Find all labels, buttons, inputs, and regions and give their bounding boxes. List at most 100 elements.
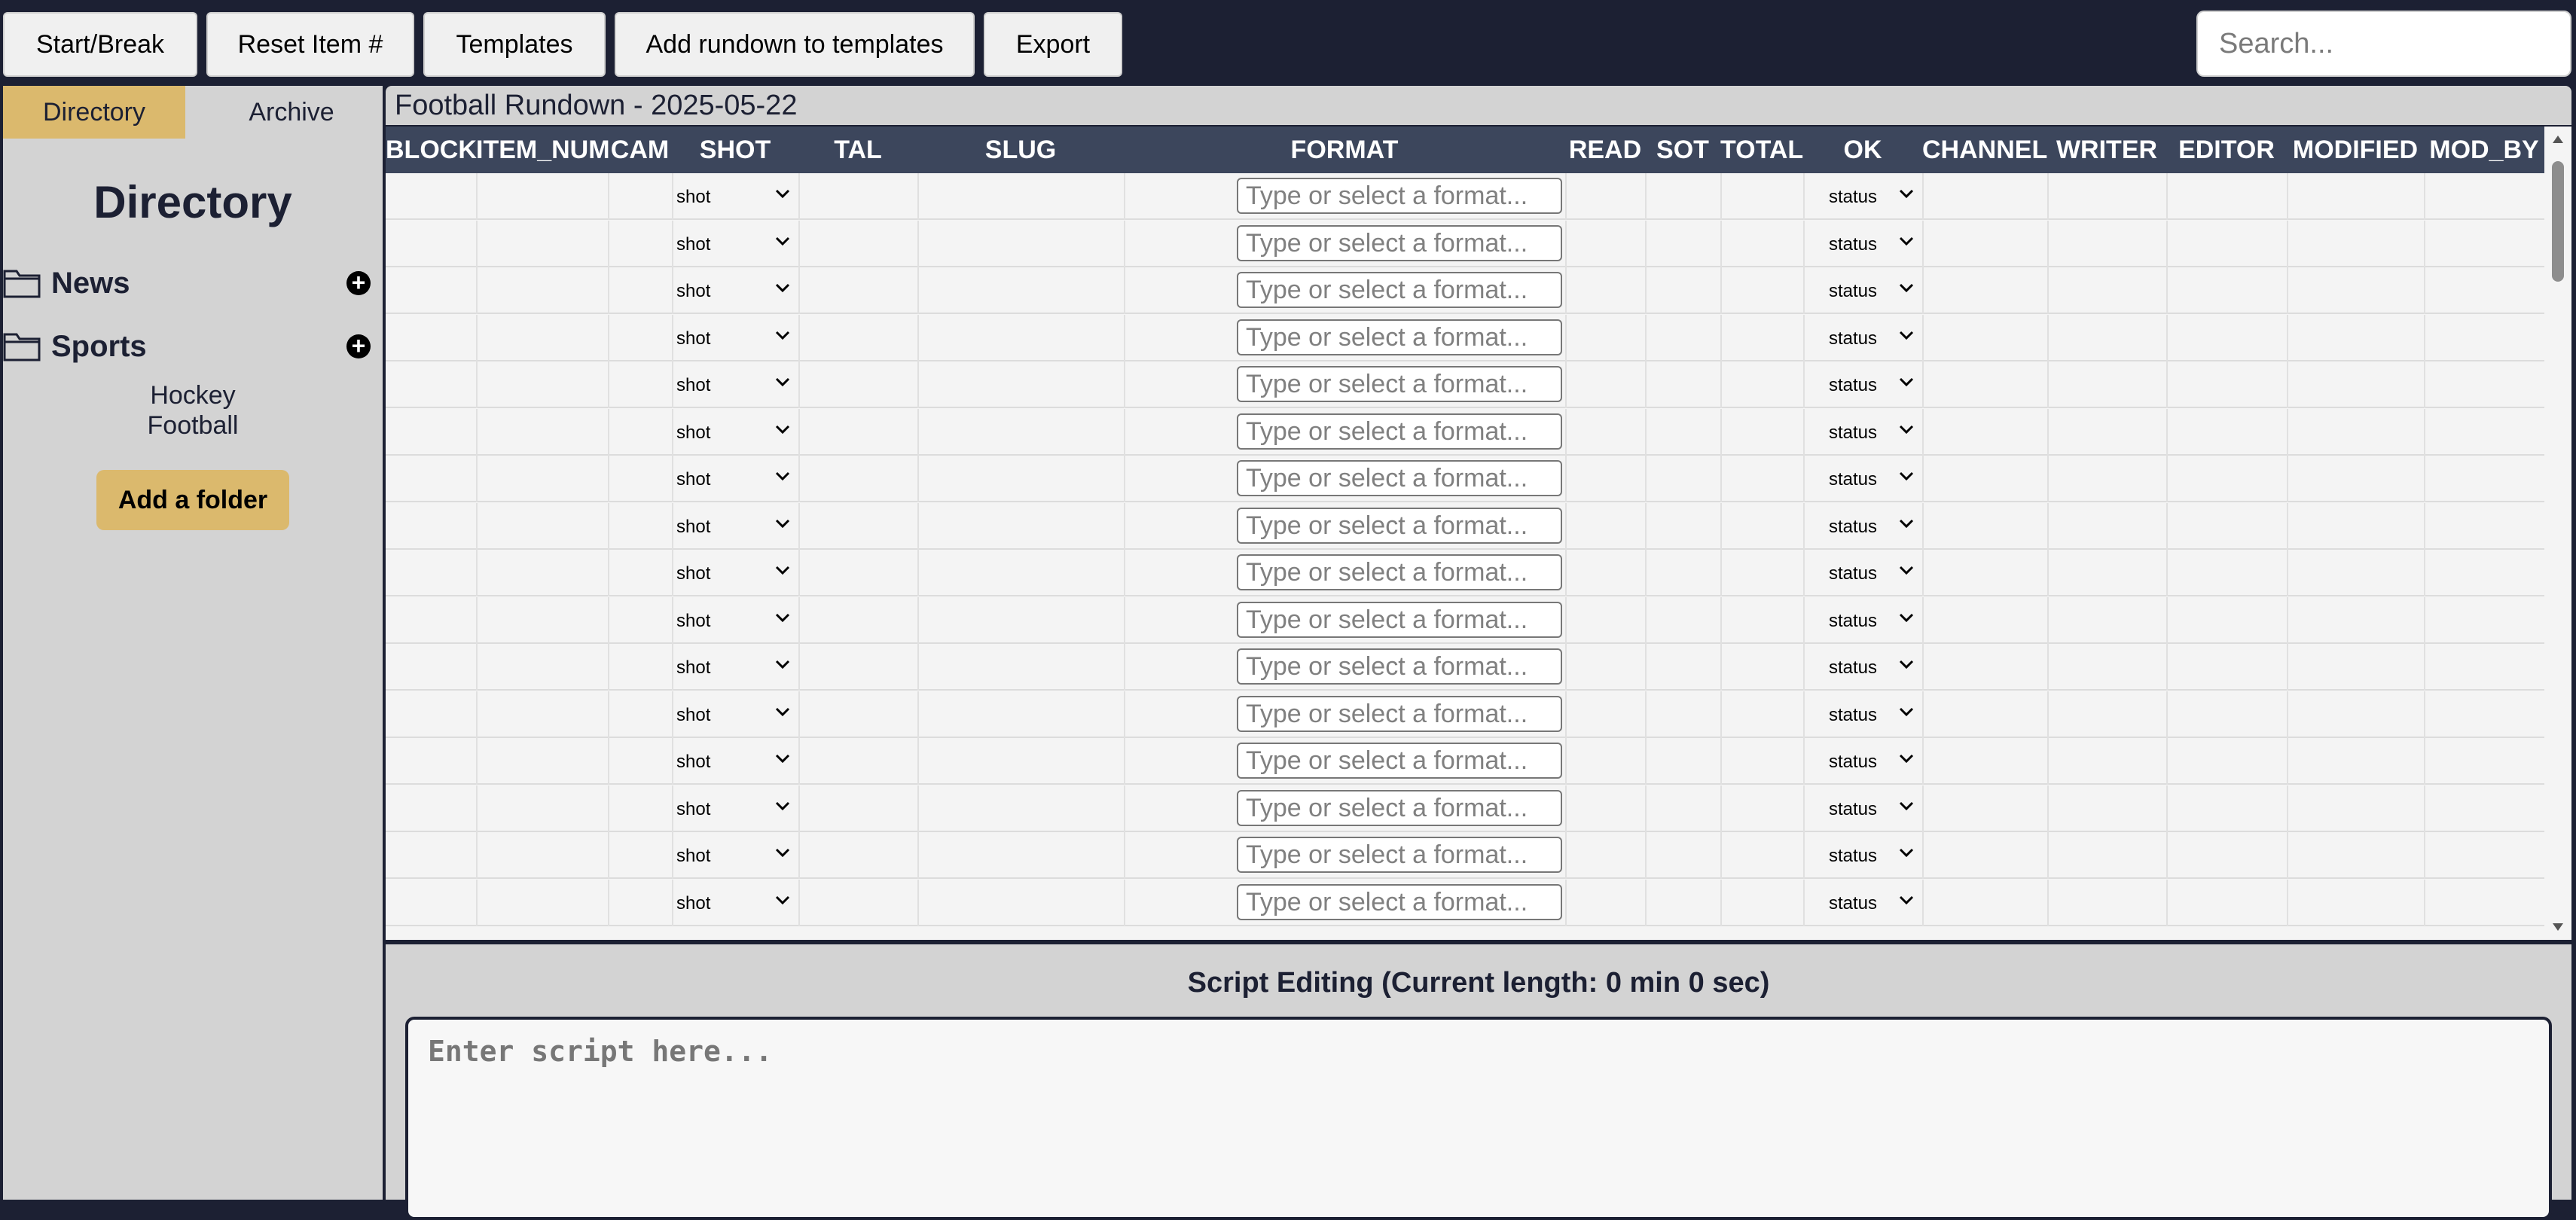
format-input[interactable]: Type or select a format...: [1237, 837, 1562, 873]
chevron-down-icon[interactable]: [774, 798, 791, 814]
shot-select[interactable]: shot: [676, 705, 710, 726]
table-row[interactable]: shot Type or select a format... status: [386, 550, 2544, 596]
table-row[interactable]: shot Type or select a format... status: [386, 879, 2544, 926]
status-select[interactable]: status: [1829, 657, 1877, 679]
status-select[interactable]: status: [1829, 799, 1877, 820]
status-select[interactable]: status: [1829, 846, 1877, 867]
shot-select[interactable]: shot: [676, 281, 710, 302]
format-input[interactable]: Type or select a format...: [1237, 554, 1562, 590]
format-input[interactable]: Type or select a format...: [1237, 601, 1562, 638]
status-select[interactable]: status: [1829, 469, 1877, 490]
chevron-down-icon[interactable]: [1898, 185, 1915, 202]
chevron-down-icon[interactable]: [1898, 421, 1915, 438]
table-row[interactable]: shot Type or select a format... status: [386, 314, 2544, 361]
status-select[interactable]: status: [1829, 705, 1877, 726]
chevron-down-icon[interactable]: [1898, 374, 1915, 390]
chevron-down-icon[interactable]: [1898, 844, 1915, 861]
chevron-down-icon[interactable]: [1898, 798, 1915, 814]
tab-directory[interactable]: Directory: [3, 86, 185, 139]
format-input[interactable]: Type or select a format...: [1237, 695, 1562, 732]
chevron-down-icon[interactable]: [774, 185, 791, 202]
scroll-thumb[interactable]: [2552, 161, 2564, 282]
shot-select[interactable]: shot: [676, 234, 710, 255]
chevron-down-icon[interactable]: [1898, 562, 1915, 578]
format-input[interactable]: Type or select a format...: [1237, 743, 1562, 779]
script-textarea[interactable]: [405, 1017, 2552, 1220]
chevron-down-icon[interactable]: [1898, 750, 1915, 767]
format-input[interactable]: Type or select a format...: [1237, 883, 1562, 920]
chevron-down-icon[interactable]: [1898, 233, 1915, 249]
chevron-down-icon[interactable]: [774, 421, 791, 438]
table-row[interactable]: shot Type or select a format... status: [386, 644, 2544, 691]
status-select[interactable]: status: [1829, 187, 1877, 208]
chevron-down-icon[interactable]: [1898, 327, 1915, 343]
subfolder-hockey[interactable]: Hockey: [3, 381, 383, 410]
shot-select[interactable]: shot: [676, 187, 710, 208]
chevron-down-icon[interactable]: [1898, 609, 1915, 626]
subfolder-football[interactable]: Football: [3, 411, 383, 441]
add-folder-button[interactable]: Add a folder: [96, 470, 289, 530]
shot-select[interactable]: shot: [676, 328, 710, 349]
chevron-down-icon[interactable]: [774, 844, 791, 861]
table-row[interactable]: shot Type or select a format... status: [386, 502, 2544, 550]
scroll-up-icon[interactable]: [2552, 134, 2564, 145]
format-input[interactable]: Type or select a format...: [1237, 319, 1562, 355]
chevron-down-icon[interactable]: [1898, 703, 1915, 720]
chevron-down-icon[interactable]: [774, 750, 791, 767]
vertical-scrollbar[interactable]: [2544, 127, 2571, 940]
shot-select[interactable]: shot: [676, 846, 710, 867]
folder-news[interactable]: News +: [3, 262, 383, 304]
table-row[interactable]: shot Type or select a format... status: [386, 785, 2544, 832]
table-row[interactable]: shot Type or select a format... status: [386, 408, 2544, 456]
chevron-down-icon[interactable]: [1898, 892, 1915, 908]
status-select[interactable]: status: [1829, 752, 1877, 773]
chevron-down-icon[interactable]: [774, 468, 791, 484]
chevron-down-icon[interactable]: [774, 515, 791, 532]
chevron-down-icon[interactable]: [774, 656, 791, 673]
shot-select[interactable]: shot: [676, 563, 710, 584]
table-row[interactable]: shot Type or select a format... status: [386, 220, 2544, 267]
plus-circle-icon[interactable]: +: [346, 334, 371, 358]
format-input[interactable]: Type or select a format...: [1237, 366, 1562, 402]
shot-select[interactable]: shot: [676, 375, 710, 396]
chevron-down-icon[interactable]: [1898, 468, 1915, 484]
format-input[interactable]: Type or select a format...: [1237, 460, 1562, 496]
shot-select[interactable]: shot: [676, 517, 710, 538]
format-input[interactable]: Type or select a format...: [1237, 413, 1562, 450]
chevron-down-icon[interactable]: [1898, 656, 1915, 673]
table-row[interactable]: shot Type or select a format... status: [386, 456, 2544, 502]
chevron-down-icon[interactable]: [774, 609, 791, 626]
format-input[interactable]: Type or select a format...: [1237, 224, 1562, 261]
scroll-down-icon[interactable]: [2552, 922, 2564, 932]
table-row[interactable]: shot Type or select a format... status: [386, 691, 2544, 738]
status-select[interactable]: status: [1829, 422, 1877, 444]
folder-sports[interactable]: Sports +: [3, 325, 383, 368]
plus-circle-icon[interactable]: +: [346, 270, 371, 295]
shot-select[interactable]: shot: [676, 752, 710, 773]
status-select[interactable]: status: [1829, 893, 1877, 914]
status-select[interactable]: status: [1829, 328, 1877, 349]
table-row[interactable]: shot Type or select a format... status: [386, 173, 2544, 220]
status-select[interactable]: status: [1829, 563, 1877, 584]
status-select[interactable]: status: [1829, 234, 1877, 255]
chevron-down-icon[interactable]: [1898, 279, 1915, 296]
chevron-down-icon[interactable]: [774, 562, 791, 578]
table-row[interactable]: shot Type or select a format... status: [386, 596, 2544, 644]
shot-select[interactable]: shot: [676, 611, 710, 632]
status-select[interactable]: status: [1829, 375, 1877, 396]
shot-select[interactable]: shot: [676, 893, 710, 914]
table-row[interactable]: shot Type or select a format... status: [386, 738, 2544, 785]
templates-button[interactable]: Templates: [423, 12, 606, 77]
format-input[interactable]: Type or select a format...: [1237, 789, 1562, 826]
tab-archive[interactable]: Archive: [200, 86, 383, 139]
status-select[interactable]: status: [1829, 517, 1877, 538]
shot-select[interactable]: shot: [676, 657, 710, 679]
reset-item-number-button[interactable]: Reset Item #: [206, 12, 414, 77]
table-row[interactable]: shot Type or select a format... status: [386, 267, 2544, 314]
chevron-down-icon[interactable]: [774, 374, 791, 390]
format-input[interactable]: Type or select a format...: [1237, 648, 1562, 685]
status-select[interactable]: status: [1829, 611, 1877, 632]
status-select[interactable]: status: [1829, 281, 1877, 302]
chevron-down-icon[interactable]: [774, 327, 791, 343]
format-input[interactable]: Type or select a format...: [1237, 178, 1562, 214]
